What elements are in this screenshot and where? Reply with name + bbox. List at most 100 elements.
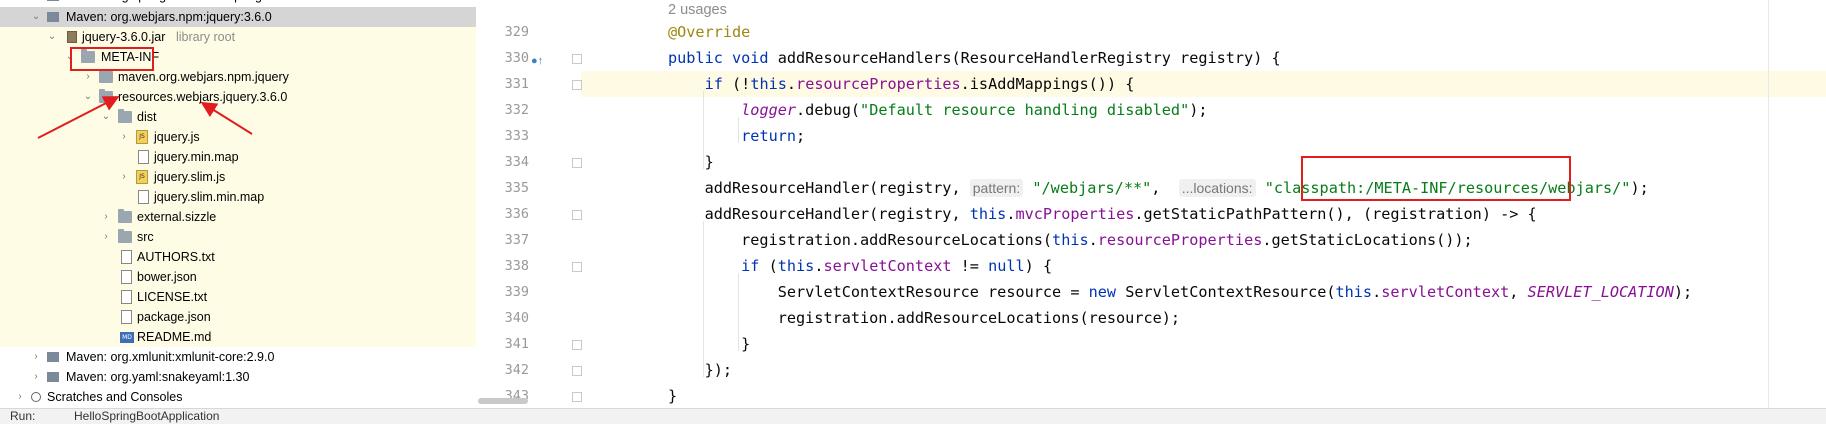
tree-item-label: Maven: org.yaml:snakeyaml:1.30 bbox=[66, 370, 250, 384]
chevron-right-icon[interactable]: › bbox=[30, 367, 42, 387]
fold-marker-icon[interactable] bbox=[572, 158, 582, 168]
code-line[interactable]: } bbox=[581, 331, 750, 357]
scratches-icon bbox=[31, 392, 41, 402]
horizontal-scrollbar[interactable] bbox=[478, 398, 528, 404]
chevron-right-icon[interactable]: › bbox=[100, 207, 112, 227]
code-token: logger bbox=[741, 101, 797, 119]
fold-marker-icon[interactable] bbox=[572, 366, 582, 376]
tree-row[interactable]: › Maven: org.springframework.spring-webmv… bbox=[0, 0, 476, 6]
tree-item-label: resources.webjars.jquery.3.6.0 bbox=[118, 90, 288, 104]
code-line[interactable]: } bbox=[581, 149, 714, 175]
fold-marker-icon[interactable] bbox=[572, 262, 582, 272]
code-line[interactable]: @Override bbox=[581, 19, 750, 45]
tree-row[interactable]: › JS jquery.slim.js bbox=[0, 167, 476, 187]
code-token: servletContext bbox=[1381, 283, 1510, 301]
folder-icon bbox=[118, 229, 132, 243]
chevron-right-icon[interactable]: › bbox=[100, 227, 112, 247]
indent-guide bbox=[703, 221, 704, 377]
code-line[interactable]: if (this.servletContext != null) { bbox=[581, 253, 1052, 279]
code-line[interactable]: } bbox=[581, 383, 677, 409]
fold-marker-icon[interactable] bbox=[572, 54, 582, 64]
folder-icon bbox=[99, 69, 113, 83]
tree-row[interactable]: › Scratches and Consoles bbox=[0, 387, 476, 407]
chevron-right-icon[interactable]: › bbox=[30, 347, 42, 367]
code-token: addResourceHandler(registry, bbox=[668, 179, 970, 197]
tree-item-label: LICENSE.txt bbox=[137, 290, 208, 304]
tree-row[interactable]: jquery.min.map bbox=[0, 147, 476, 167]
tree-row[interactable]: package.json bbox=[0, 307, 476, 327]
fold-marker-icon[interactable] bbox=[572, 392, 582, 402]
parameter-hint: pattern: bbox=[969, 179, 1024, 197]
code-token: . bbox=[1088, 231, 1098, 249]
tree-item-label: jquery-3.6.0.jar bbox=[82, 30, 166, 44]
line-number: 342 bbox=[504, 362, 529, 378]
line-number: 339 bbox=[504, 284, 529, 300]
tree-row[interactable]: › JS jquery.js bbox=[0, 127, 476, 147]
code-line[interactable]: }); bbox=[581, 357, 732, 383]
tree-item-label: external.sizzle bbox=[137, 210, 217, 224]
tree-row[interactable]: ⌄ Maven: org.webjars.npm:jquery:3.6.0 bbox=[0, 7, 476, 27]
code-token: "Default resource handling disabled" bbox=[860, 101, 1190, 119]
jar-icon bbox=[67, 31, 77, 43]
chevron-down-icon[interactable]: ⌄ bbox=[100, 107, 112, 127]
code-token: } bbox=[668, 153, 714, 171]
tree-row[interactable]: MD README.md bbox=[0, 327, 476, 347]
code-token: null bbox=[988, 257, 1025, 275]
tree-row[interactable]: LICENSE.txt bbox=[0, 287, 476, 307]
code-token: this bbox=[1335, 283, 1373, 301]
code-token: mvcProperties bbox=[1015, 205, 1135, 223]
tree-row[interactable]: AUTHORS.txt bbox=[0, 247, 476, 267]
code-line[interactable]: ServletContextResource resource = new Se… bbox=[581, 279, 1692, 305]
code-token: this bbox=[750, 75, 787, 93]
chevron-right-icon[interactable]: › bbox=[118, 167, 130, 187]
code-token: this bbox=[969, 205, 1007, 223]
chevron-right-icon[interactable]: › bbox=[30, 0, 42, 6]
code-token: registration.addResourceLocations(resour… bbox=[668, 309, 1181, 327]
tree-row[interactable]: ⌄ resources.webjars.jquery.3.6.0 bbox=[0, 87, 476, 107]
markdown-file-icon: MD bbox=[120, 332, 134, 343]
tree-row[interactable]: jquery.slim.min.map bbox=[0, 187, 476, 207]
tree-row[interactable]: › Maven: org.yaml:snakeyaml:1.30 bbox=[0, 367, 476, 387]
tree-item-label: src bbox=[137, 230, 154, 244]
tree-row[interactable]: bower.json bbox=[0, 267, 476, 287]
chevron-down-icon[interactable]: ⌄ bbox=[82, 87, 94, 107]
code-line[interactable]: registration.addResourceLocations(this.r… bbox=[581, 227, 1473, 253]
code-token: .getStaticPathPattern(), (registration) … bbox=[1134, 205, 1537, 223]
tree-row[interactable]: › Maven: org.xmlunit:xmlunit-core:2.9.0 bbox=[0, 347, 476, 367]
line-number: 340 bbox=[504, 310, 529, 326]
override-gutter-icon[interactable]: ●↑ bbox=[531, 55, 543, 67]
line-number: 331 bbox=[504, 76, 529, 92]
code-line[interactable]: registration.addResourceLocations(resour… bbox=[581, 305, 1180, 331]
run-tab[interactable]: HelloSpringBootApplication bbox=[74, 409, 219, 424]
code-line[interactable]: return; bbox=[581, 123, 805, 149]
library-root-hint: library root bbox=[176, 30, 236, 44]
code-token: ( bbox=[759, 257, 778, 275]
code-token: ) { bbox=[1024, 257, 1053, 275]
code-token: registration.addResourceLocations( bbox=[668, 231, 1053, 249]
chevron-down-icon[interactable]: ⌄ bbox=[46, 27, 58, 47]
tree-row[interactable]: › src bbox=[0, 227, 476, 247]
chevron-right-icon[interactable]: › bbox=[14, 387, 26, 407]
chevron-right-icon[interactable]: › bbox=[118, 127, 130, 147]
code-line[interactable]: public void addResourceHandlers(Resource… bbox=[581, 45, 1281, 71]
text-file-icon bbox=[121, 250, 132, 264]
tree-row[interactable]: › external.sizzle bbox=[0, 207, 476, 227]
code-line[interactable]: logger.debug("Default resource handling … bbox=[581, 97, 1207, 123]
line-gutter: 329 330 331 332 333 334 335 336 337 338 339 340 341 3… bbox=[476, 0, 581, 408]
chevron-down-icon[interactable]: ⌄ bbox=[30, 7, 42, 27]
code-token: public void bbox=[668, 49, 778, 67]
code-line[interactable]: addResourceHandler(registry, this.mvcPro… bbox=[581, 201, 1537, 227]
tree-row[interactable]: ⌄ dist bbox=[0, 107, 476, 127]
code-token: ServletContextResource( bbox=[1116, 283, 1336, 301]
fold-marker-icon[interactable] bbox=[572, 340, 582, 350]
fold-marker-icon[interactable] bbox=[572, 80, 582, 90]
code-editor[interactable]: 2 usages @Override public void addResource… bbox=[581, 0, 1826, 408]
fold-marker-icon[interactable] bbox=[572, 210, 582, 220]
code-token: "/webjars/**" bbox=[1032, 179, 1152, 197]
code-token: . bbox=[1372, 283, 1382, 301]
tree-row[interactable]: ⌄ jquery-3.6.0.jar library root bbox=[0, 27, 476, 47]
code-token: servletContext bbox=[823, 257, 952, 275]
code-line[interactable]: if (!this.resourceProperties.isAddMappin… bbox=[581, 71, 1826, 97]
